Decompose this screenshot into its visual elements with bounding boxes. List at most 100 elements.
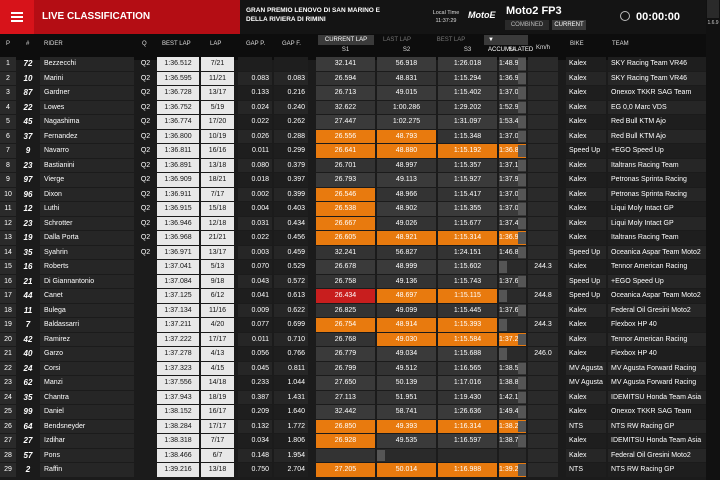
table-row[interactable]: 18 11 Bulega 1:37.134 11/16 0.009 0.622 26.825 4… — [0, 303, 706, 319]
rider-number: 22 — [23, 102, 33, 112]
tab-current-lap[interactable]: CURRENT LAP — [318, 35, 374, 45]
rider-number: 44 — [23, 291, 33, 300]
table-row[interactable]: 6 37 Fernandez Q2 1:36.800 10/19 0.026 0.288 26.… — [0, 129, 706, 145]
best-lap: 1:37.125 — [157, 289, 199, 303]
sector-2: 48.697 — [377, 289, 436, 303]
position: 14 — [0, 245, 16, 259]
qualifying: Q2 — [140, 132, 151, 140]
table-row[interactable]: 3 87 Gardner Q2 1:36.728 13/17 0.133 0.216 26.71… — [0, 86, 706, 101]
qualifying — [136, 463, 155, 477]
table-row[interactable]: 16 21 Di Giannantonio 1:37.084 9/18 0.043 0.57… — [0, 274, 706, 290]
gap-previous: 0.018 — [238, 173, 272, 187]
qualifying — [136, 449, 155, 463]
position: 7 — [0, 144, 16, 158]
table-row[interactable]: 14 35 Syahrin Q2 1:36.971 13/17 0.003 0.459 32.2… — [0, 245, 706, 261]
progress-marker — [518, 58, 526, 70]
table-row[interactable]: 24 35 Chantra 1:37.943 18/19 0.387 1.431 27.113… — [0, 390, 706, 406]
rider-name: Izdihar — [40, 434, 134, 448]
progress-marker — [518, 391, 526, 403]
best-lap: 1:36.800 — [157, 129, 199, 143]
gap-first: 1.954 — [274, 448, 308, 462]
lap-count: 11/21 — [201, 71, 234, 85]
col-bike: BIKE — [570, 41, 584, 47]
rider-number: 57 — [23, 450, 33, 460]
table-row[interactable]: 26 64 Bendsneyder 1:38.284 17/17 0.132 1.772 26… — [0, 419, 706, 435]
table-row[interactable]: 4 22 Lowes Q2 1:36.752 5/19 0.024 0.240 32.622 1:… — [0, 100, 706, 116]
table-row[interactable]: 22 24 Corsi 1:37.323 4/15 0.045 0.811 26.799 49.… — [0, 361, 706, 377]
table-row[interactable]: 17 44 Canet 1:37.125 6/12 0.041 0.613 26.434 48.… — [0, 289, 706, 304]
sector-3: 1:15.192 — [438, 144, 497, 158]
table-row[interactable]: 2 10 Marini Q2 1:36.595 11/21 0.083 0.083 26.594… — [0, 71, 706, 87]
rider-number: 24 — [23, 363, 33, 373]
motoe-logo: MotoE — [468, 10, 496, 20]
qualifying: Q2 — [140, 161, 151, 169]
speed — [528, 361, 558, 375]
table-row[interactable]: 12 23 Schrotter Q2 1:36.946 12/18 0.031 0.434 26… — [0, 216, 706, 232]
table-row[interactable]: 9 97 Vierge Q2 1:36.909 18/21 0.018 0.397 26.793… — [0, 173, 706, 188]
rider-name: Canet — [40, 289, 134, 303]
session-clock: 00:00:00 — [636, 11, 681, 23]
table-row[interactable]: 15 16 Roberts 1:37.041 5/13 0.070 0.529 26.678 4… — [0, 260, 706, 275]
current-button[interactable]: CURRENT — [552, 20, 586, 30]
table-row[interactable]: 28 57 Pons 1:38.466 6/7 0.148 1.954 Kalex Federa… — [0, 448, 706, 464]
table-row[interactable]: 5 45 Nagashima Q2 1:36.774 17/20 0.022 0.262 27.… — [0, 115, 706, 130]
sector-1: 26.850 — [316, 419, 375, 433]
progress-marker — [518, 362, 526, 374]
table-row[interactable]: 13 19 Dalla Porta Q2 1:36.968 21/21 0.022 0.456… — [0, 231, 706, 246]
qualifying: Q2 — [140, 118, 151, 125]
combined-button[interactable]: COMBINED — [505, 20, 549, 30]
bike: Kalex — [566, 347, 606, 361]
table-row[interactable]: 1 72 Bezzecchi Q2 1:36.512 7/21 32.141 56.918 1:… — [0, 57, 706, 72]
table-row[interactable]: 25 99 Daniel 1:38.152 16/17 0.209 1.640 32.442 5… — [0, 405, 706, 420]
sector-2: 48.831 — [377, 71, 436, 85]
table-row[interactable]: 8 23 Bastianini Q2 1:36.891 13/18 0.080 0.379 26… — [0, 158, 706, 174]
sector-1: 32.442 — [316, 405, 375, 419]
sector-1: 32.241 — [316, 245, 375, 259]
table-row[interactable]: 7 9 Navarro Q2 1:36.811 16/16 0.011 0.299 26.641… — [0, 144, 706, 159]
qualifying: Q2 — [140, 190, 151, 198]
flag-icon — [620, 11, 630, 21]
rider-number: 42 — [23, 334, 33, 344]
tab-last-lap[interactable]: LAST LAP — [372, 35, 422, 45]
speed — [528, 86, 558, 100]
bike: Kalex — [566, 86, 606, 100]
rider-number: 72 — [23, 59, 33, 68]
sector-2: 48.880 — [377, 144, 436, 158]
rider-name: Bendsneyder — [40, 419, 134, 433]
best-lap: 1:37.278 — [157, 347, 199, 361]
table-row[interactable]: 20 42 Ramirez 1:37.222 17/17 0.011 0.710 26.768… — [0, 332, 706, 348]
table-row[interactable]: 10 96 Dixon Q2 1:36.911 7/17 0.002 0.399 26.546 4… — [0, 187, 706, 203]
lap-count: 5/13 — [201, 260, 234, 274]
sector-3: 1:29.202 — [438, 100, 497, 114]
sector-2: 48.793 — [377, 129, 436, 143]
gap-first: 1.806 — [274, 434, 308, 448]
lap-count: 4/13 — [201, 347, 234, 361]
tab-best-lap[interactable]: BEST LAP — [426, 35, 476, 45]
table-row[interactable]: 19 7 Baldassarri 1:37.211 4/20 0.077 0.699 26.7… — [0, 318, 706, 333]
team: Petronas Sprinta Racing — [608, 187, 706, 201]
team: MV Agusta Forward Racing — [608, 361, 706, 375]
sidebar-toggle[interactable] — [707, 0, 719, 18]
position: 15 — [0, 260, 16, 274]
table-row[interactable]: 23 62 Manzi 1:37.556 14/18 0.233 1.044 27.650 50… — [0, 376, 706, 391]
best-lap: 1:36.752 — [157, 100, 199, 114]
sector-1: 32.141 — [316, 57, 375, 71]
position: 3 — [0, 86, 16, 100]
position: 8 — [0, 158, 16, 172]
lap-count: 13/18 — [201, 463, 234, 477]
team: IDEMITSU Honda Team Asia — [608, 390, 706, 404]
menu-icon-line-2 — [11, 20, 23, 22]
best-lap: 1:36.774 — [157, 115, 199, 129]
lap-count: 9/18 — [201, 274, 234, 288]
menu-button[interactable] — [0, 0, 34, 34]
table-row[interactable]: 11 12 Luthi Q2 1:36.915 15/18 0.004 0.403 26.538… — [0, 202, 706, 217]
table-row[interactable]: 29 2 Raffin 1:39.216 13/18 0.750 2.704 27.205 50… — [0, 463, 706, 478]
table-row[interactable]: 27 27 Izdihar 1:38.318 7/17 0.034 1.806 26.928 4… — [0, 434, 706, 449]
team: Oceanica Aspar Team Moto2 — [608, 245, 706, 259]
table-row[interactable]: 21 40 Garzo 1:37.278 4/13 0.056 0.766 26.779 49.… — [0, 347, 706, 362]
sector-3: 1:15.314 — [438, 231, 497, 245]
accumulated-select[interactable]: ▼ ACCUMULATED — [484, 35, 533, 53]
rider-number: 9 — [25, 146, 31, 155]
classification-table: 1 72 Bezzecchi Q2 1:36.512 7/21 32.141 56.918 1:… — [0, 57, 706, 478]
rider-number: 62 — [23, 378, 33, 387]
